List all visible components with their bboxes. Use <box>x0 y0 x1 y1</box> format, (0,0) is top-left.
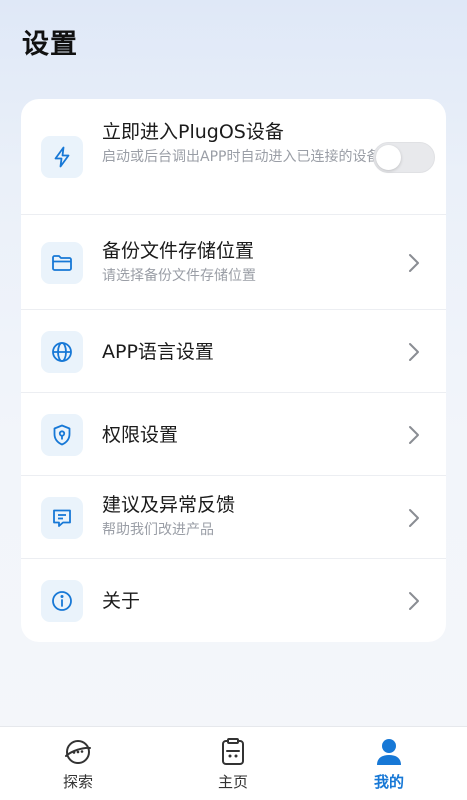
tab-mine[interactable]: 我的 <box>344 737 434 795</box>
chevron-right-icon <box>409 254 419 272</box>
settings-card: 立即进入PlugOS设备 启动或后台调出APP时自动进入已连接的设备 备份文件存… <box>21 99 446 642</box>
setting-title: 建议及异常反馈 <box>102 494 236 516</box>
folder-icon <box>41 242 83 284</box>
globe-icon <box>41 331 83 373</box>
setting-title: 权限设置 <box>102 424 179 446</box>
setting-subtitle: 启动或后台调出APP时自动进入已连接的设备 <box>102 149 381 165</box>
tab-label: 探索 <box>62 773 93 791</box>
setting-title: 关于 <box>102 590 141 612</box>
tab-label: 我的 <box>373 773 404 791</box>
bottom-tab-bar: 探索 主页 我的 <box>0 726 467 800</box>
setting-about[interactable]: 关于 <box>21 559 446 642</box>
setting-title: APP语言设置 <box>102 341 214 363</box>
user-icon <box>377 739 401 765</box>
auto-enter-toggle[interactable] <box>373 142 435 173</box>
setting-title: 备份文件存储位置 <box>102 240 255 262</box>
chevron-right-icon <box>409 343 419 361</box>
tab-label: 主页 <box>217 773 248 791</box>
lightning-icon <box>41 136 83 178</box>
setting-subtitle: 请选择备份文件存储位置 <box>102 268 256 284</box>
setting-app-language[interactable]: APP语言设置 <box>21 310 446 393</box>
setting-permissions[interactable]: 权限设置 <box>21 393 446 476</box>
toggle-knob <box>376 145 401 170</box>
chevron-right-icon <box>409 426 419 444</box>
setting-feedback[interactable]: 建议及异常反馈 帮助我们改进产品 <box>21 476 446 559</box>
setting-backup-location[interactable]: 备份文件存储位置 请选择备份文件存储位置 <box>21 215 446 310</box>
chevron-right-icon <box>409 509 419 527</box>
page-title: 设置 <box>22 29 78 60</box>
chevron-right-icon <box>409 592 419 610</box>
tab-explore[interactable]: 探索 <box>33 737 123 795</box>
setting-auto-enter-device: 立即进入PlugOS设备 启动或后台调出APP时自动进入已连接的设备 <box>21 99 446 215</box>
setting-subtitle: 帮助我们改进产品 <box>102 522 214 538</box>
setting-title: 立即进入PlugOS设备 <box>102 121 284 143</box>
info-icon <box>41 580 83 622</box>
shield-key-icon <box>41 414 83 456</box>
tab-home[interactable]: 主页 <box>188 737 278 795</box>
device-icon <box>222 738 244 765</box>
feedback-icon <box>41 497 83 539</box>
planet-chat-icon <box>65 740 91 764</box>
